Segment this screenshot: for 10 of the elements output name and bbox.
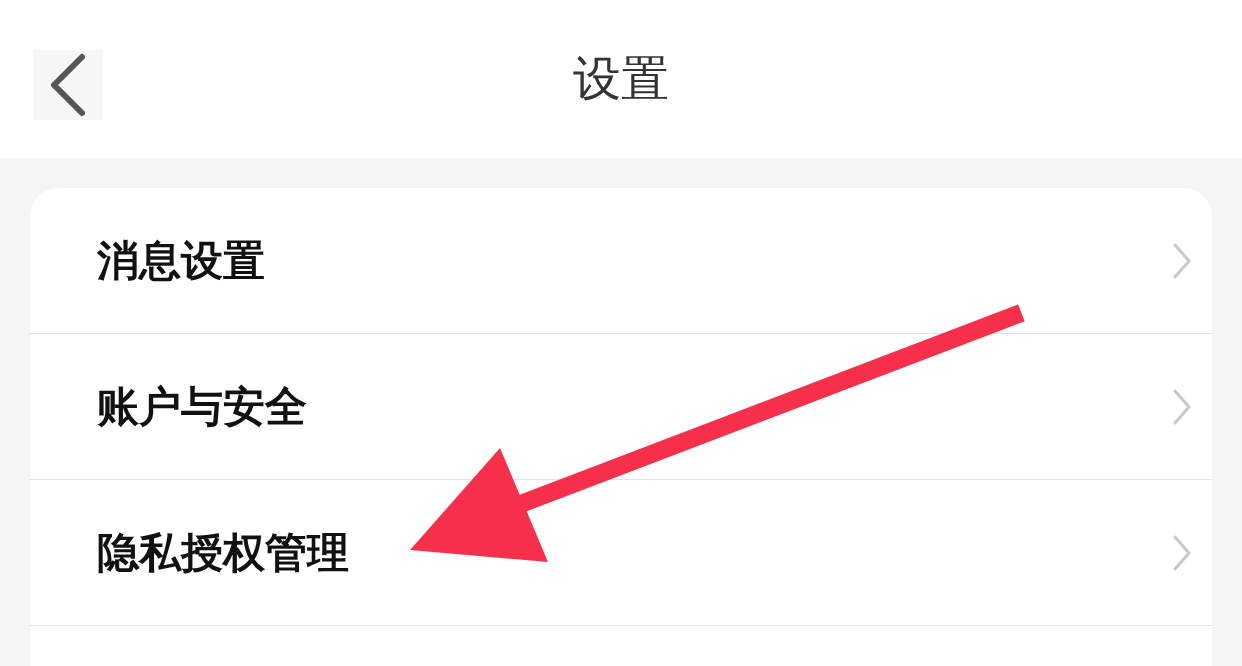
row-label: 消息设置	[97, 234, 265, 287]
chevron-icon	[1172, 533, 1192, 572]
row-label: 账户与安全	[97, 380, 307, 433]
settings-row[interactable]: 消息设置	[30, 188, 1212, 334]
back-icon	[48, 53, 88, 117]
back-button[interactable]	[33, 50, 103, 120]
row-label: 隐私授权管理	[97, 526, 349, 579]
chevron-icon	[1172, 241, 1192, 280]
page-title: 设置	[573, 49, 669, 108]
chevron-icon	[1172, 387, 1192, 426]
